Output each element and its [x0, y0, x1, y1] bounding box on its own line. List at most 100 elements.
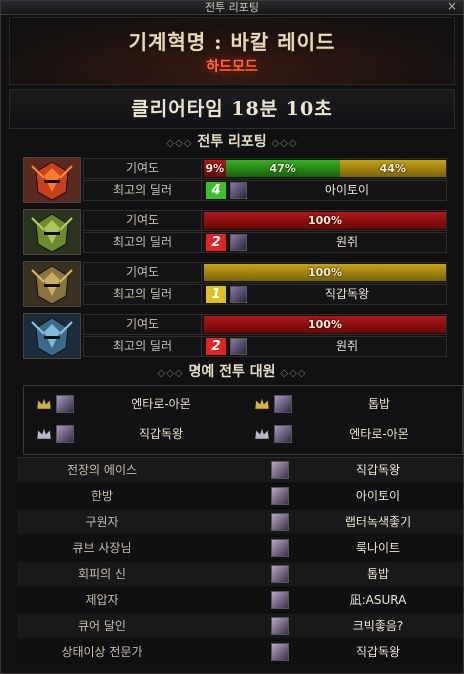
award-title: 회피의 신	[78, 567, 126, 581]
dealer-avatar	[230, 338, 247, 355]
top-dealer: 2 원쥐	[204, 234, 446, 251]
contribution-segment: 100%	[204, 264, 446, 281]
award-player-name: 직갑독왕	[355, 463, 401, 477]
honor-title: 명예 전투 대원	[188, 364, 276, 380]
contribution-bar: 9% 47% 44%	[204, 160, 446, 177]
honor-members-box: 엔타로-아몬 톱밥직갑독왕 엔타로-아몬	[23, 385, 463, 455]
title-bar[interactable]: 전투 리포팅 ×	[1, 0, 463, 15]
award-avatar	[271, 487, 289, 505]
dealer-avatar	[230, 182, 247, 199]
top-dealer: 1 직갑독왕	[204, 286, 446, 303]
contribution-segment: 47%	[225, 160, 340, 177]
top-dealer: 2 원쥐	[204, 338, 446, 355]
flame-helm-icon	[24, 158, 80, 202]
boss-portrait	[23, 209, 81, 255]
ornament-right: ◇◇◇	[271, 138, 298, 149]
dealer-name: 원쥐	[335, 339, 359, 353]
award-row: 큐브 사장님 룩나이트	[17, 536, 463, 560]
honor-avatar	[274, 395, 292, 413]
award-avatar	[271, 591, 289, 609]
boss-report-row: 기여도 100% 최고의 딜러 2 원쥐	[23, 313, 447, 359]
dealer-name: 직갑독왕	[324, 287, 370, 301]
dealer-name: 원쥐	[335, 235, 359, 249]
boss-portrait	[23, 261, 81, 307]
dealer-name: 아이토이	[324, 183, 370, 197]
honor-name: 엔타로-아몬	[131, 397, 191, 411]
ornament-left: ◇◇◇	[157, 368, 184, 379]
top-dealer-label: 최고의 딜러	[84, 337, 202, 356]
crown-icon	[36, 427, 52, 441]
blue-helm-icon	[24, 314, 80, 358]
raid-header: 기계혁명 : 바칼 레이드 하드모드	[9, 17, 455, 85]
award-player-name: 凪:ASURA	[349, 593, 407, 607]
boss-report-row: 기여도 100% 최고의 딜러 2 원쥐	[23, 209, 447, 255]
battle-report-heading: ◇◇◇ 전투 리포팅 ◇◇◇	[1, 131, 463, 151]
contribution-segment: 44%	[339, 160, 446, 177]
crown-icon	[254, 397, 270, 411]
top-dealer-label: 최고의 딜러	[84, 285, 202, 304]
award-avatar	[271, 565, 289, 583]
award-title: 큐어 달인	[78, 619, 126, 633]
honor-member: 엔타로-아몬	[24, 394, 242, 416]
award-avatar	[271, 513, 289, 531]
honor-avatar	[56, 425, 74, 443]
awards-list: 전장의 에이스 직갑독왕 한방 아이토이 구원자 랩터녹색좋기 큐브 사장님 룩나이트 회피의 …	[17, 457, 463, 671]
top-dealer-label: 최고의 딜러	[84, 233, 202, 252]
contribution-segment: 100%	[204, 212, 446, 229]
ornament-left: ◇◇◇	[166, 138, 193, 149]
honor-member: 톱밥	[242, 394, 460, 416]
contribution-bar: 100%	[204, 316, 446, 333]
difficulty-label: 하드모드	[206, 59, 258, 75]
honor-name: 직갑독왕	[138, 427, 184, 441]
top-dealer-line: 최고의 딜러 4 아이토이	[83, 180, 447, 201]
battle-report-title: 전투 리포팅	[197, 134, 267, 150]
honor-name: 톱밥	[367, 397, 391, 411]
top-dealer-line: 최고의 딜러 2 원쥐	[83, 336, 447, 357]
contribution-label: 기여도	[84, 211, 202, 230]
award-avatar	[271, 539, 289, 557]
boss-portrait	[23, 313, 81, 359]
award-title: 제압자	[85, 593, 119, 607]
award-player-name: 직갑독왕	[355, 645, 401, 659]
top-dealer-line: 최고의 딜러 1 직갑독왕	[83, 284, 447, 305]
award-row: 큐어 달인 크빅좋음?	[17, 614, 463, 638]
ornament-right: ◇◇◇	[280, 368, 307, 379]
award-avatar	[271, 461, 289, 479]
honor-member: 직갑독왕	[24, 424, 242, 446]
green-helm-icon	[24, 210, 80, 254]
award-row: 상태이상 전문가 직갑독왕	[17, 640, 463, 664]
award-row: 제압자 凪:ASURA	[17, 588, 463, 612]
honor-heading: ◇◇◇ 명예 전투 대원 ◇◇◇	[1, 361, 463, 381]
honor-avatar	[274, 425, 292, 443]
award-player-name: 크빅좋음?	[352, 619, 404, 633]
award-row: 회피의 신 톱밥	[17, 562, 463, 586]
award-title: 구원자	[85, 515, 119, 529]
award-title: 전장의 에이스	[66, 463, 138, 477]
award-avatar	[271, 643, 289, 661]
contribution-segment: 100%	[204, 316, 446, 333]
contribution-label: 기여도	[84, 263, 202, 282]
award-player-name: 룩나이트	[355, 541, 401, 555]
crown-icon	[36, 397, 52, 411]
dealer-count-badge: 2	[206, 234, 226, 251]
award-avatar	[271, 617, 289, 635]
contribution-bar: 100%	[204, 264, 446, 281]
top-dealer-label: 최고의 딜러	[84, 181, 202, 200]
boss-portrait	[23, 157, 81, 203]
award-title: 상태이상 전문가	[61, 645, 143, 659]
contribution-line: 기여도 100%	[83, 314, 447, 335]
gold-helm-icon	[24, 262, 80, 306]
award-title: 한방	[90, 489, 114, 503]
boss-report-row: 기여도 100% 최고의 딜러 1 직갑독왕	[23, 261, 447, 307]
honor-avatar	[56, 395, 74, 413]
raid-title: 기계혁명 : 바칼 레이드	[128, 30, 336, 54]
dealer-count-badge: 1	[206, 286, 226, 303]
award-player-name: 랩터녹색좋기	[344, 515, 412, 529]
dealer-count-badge: 2	[206, 338, 226, 355]
crown-icon	[254, 427, 270, 441]
contribution-line: 기여도 100%	[83, 210, 447, 231]
honor-member: 엔타로-아몬	[242, 424, 460, 446]
contribution-label: 기여도	[84, 315, 202, 334]
award-row: 전장의 에이스 직갑독왕	[17, 458, 463, 482]
close-icon[interactable]: ×	[447, 0, 457, 13]
